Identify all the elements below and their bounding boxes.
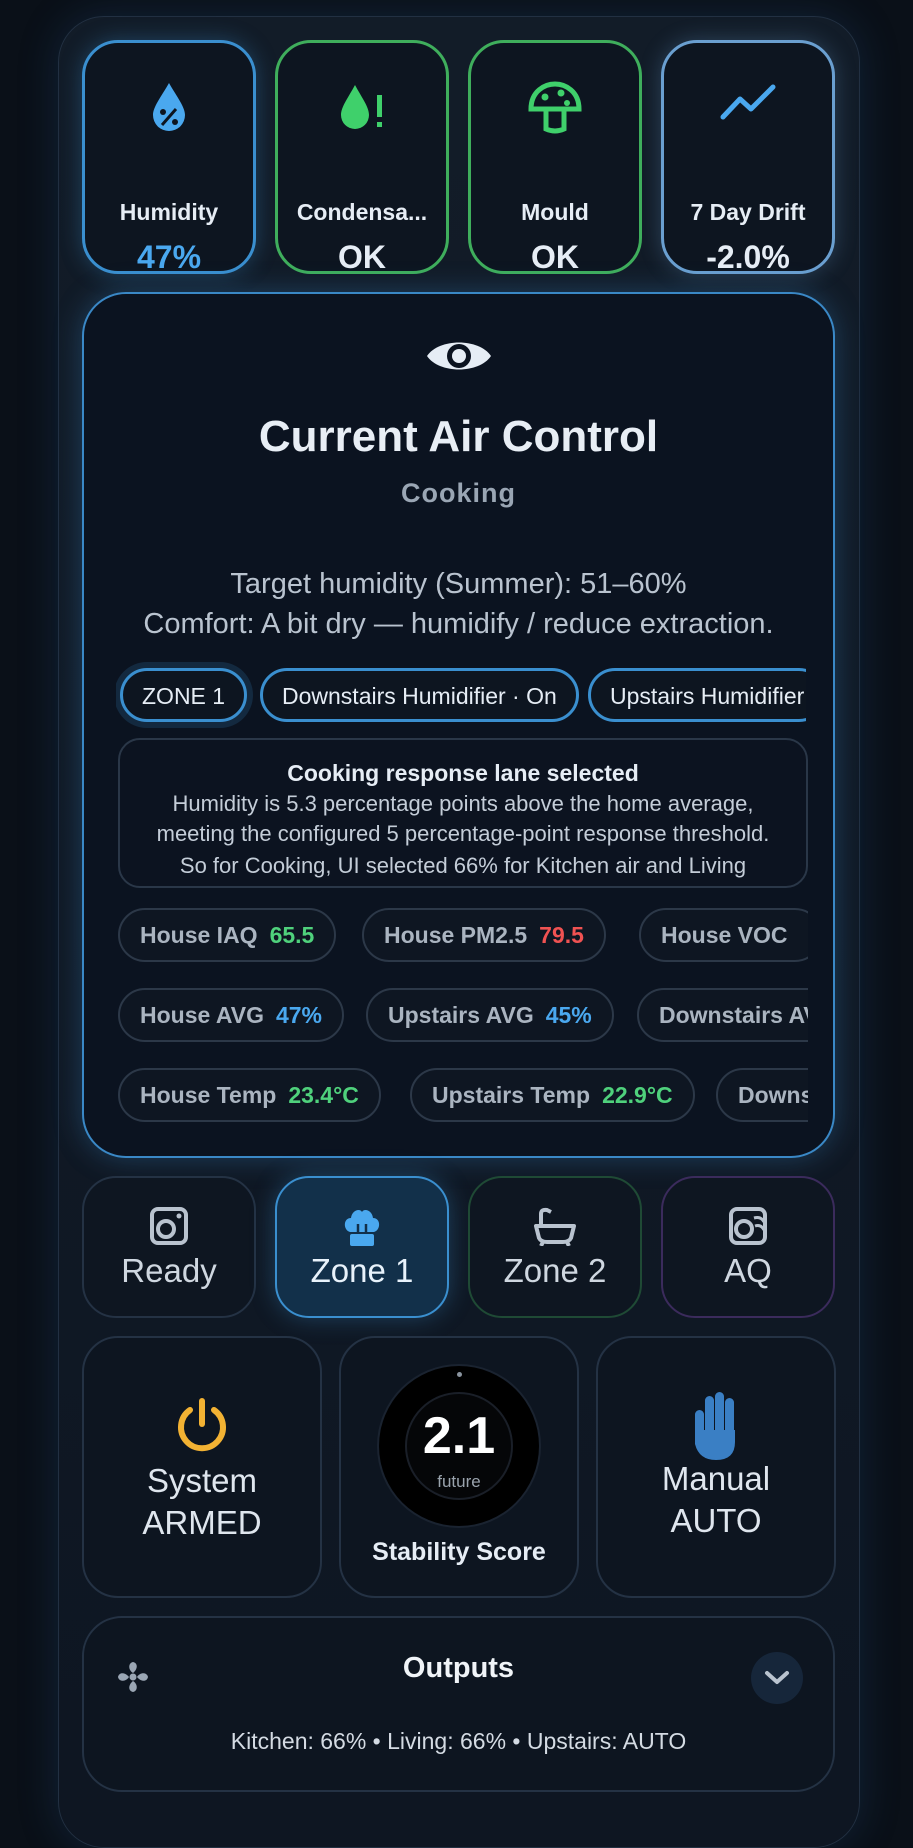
pill-value: 23.4°C — [288, 1082, 359, 1108]
condensation-tile[interactable]: Condensa... OK — [275, 40, 449, 275]
drift-label: 7 Day Drift — [690, 199, 806, 225]
stability-dial: 2.1 future — [379, 1366, 539, 1526]
pill-house-voc[interactable]: House VOC — [639, 908, 808, 962]
mode-button-aq[interactable]: AQ — [661, 1176, 835, 1318]
mushroom-icon — [471, 81, 639, 137]
pill-upstairs-temp[interactable]: Upstairs Temp 22.9°C — [410, 1068, 695, 1122]
trend-line-icon — [664, 81, 832, 137]
zone-chip-upstairs-humidifier[interactable]: Upstairs Humidifier — [588, 668, 806, 722]
zone-chip-zone1[interactable]: ZONE 1 — [120, 668, 248, 722]
lane-body-continued: So for Cooking, UI selected 66% for Kitc… — [179, 853, 747, 878]
dial-marker — [457, 1372, 462, 1377]
pill-house-temp[interactable]: House Temp 23.4°C — [118, 1068, 381, 1122]
pill-value: 65.5 — [269, 922, 315, 948]
mould-value: OK — [531, 239, 579, 275]
system-state: ARMED — [142, 1504, 262, 1541]
hand-icon — [598, 1390, 834, 1462]
mode-label: Ready — [121, 1252, 217, 1289]
pill-house-iaq[interactable]: House IAQ 65.5 — [118, 908, 337, 962]
stability-score-label: Stability Score — [372, 1538, 546, 1566]
air-control-card: Current Air Control Cooking Target humid… — [82, 292, 835, 1158]
pill-label: Upstairs Temp — [432, 1082, 591, 1108]
system-armed-button[interactable]: System ARMED — [82, 1336, 322, 1598]
humidity-tile[interactable]: Humidity 47% — [82, 40, 256, 275]
pill-label: House AVG — [140, 1002, 264, 1028]
water-alert-icon — [278, 81, 446, 137]
pill-house-avg[interactable]: House AVG 47% — [118, 988, 345, 1042]
target-humidity: Target humidity (Summer): 51–60% — [230, 568, 687, 600]
condensation-label: Condensa... — [296, 199, 428, 225]
power-icon — [84, 1398, 320, 1452]
pill-label: Downstairs Temp — [738, 1082, 808, 1108]
mode-button-zone2[interactable]: Zone 2 — [468, 1176, 642, 1318]
drift-value: -2.0% — [706, 239, 790, 275]
comfort-status: Comfort: A bit dry — humidify / reduce e… — [143, 608, 774, 640]
chef-hat-icon — [277, 1206, 447, 1248]
lane-body: Humidity is 5.3 percentage points above … — [156, 791, 770, 846]
pill-label: Downstairs AVG — [659, 1002, 808, 1028]
pill-value: 47% — [275, 1002, 323, 1028]
page-title: Current Air Control — [258, 412, 659, 461]
zone-chip-row: ZONE 1 Downstairs Humidifier · On Upstai… — [116, 662, 806, 728]
pill-upstairs-avg[interactable]: Upstairs AVG 45% — [366, 988, 614, 1042]
outputs-title: Outputs — [402, 1652, 515, 1684]
condensation-value: OK — [338, 239, 386, 275]
pill-downstairs-temp[interactable]: Downstairs Temp — [716, 1068, 808, 1122]
humidity-percent-icon — [85, 81, 253, 137]
mode-subtitle: Cooking — [401, 478, 516, 508]
washing-machine-icon — [84, 1206, 254, 1246]
zone-chip-downstairs-humidifier[interactable]: Downstairs Humidifier · On — [260, 668, 579, 722]
chevron-down-icon[interactable] — [751, 1652, 803, 1704]
eye-icon — [84, 334, 833, 378]
pill-value: 45% — [545, 1002, 592, 1028]
drift-tile[interactable]: 7 Day Drift -2.0% — [661, 40, 835, 275]
pill-label: Upstairs AVG — [388, 1002, 534, 1028]
stability-score-value: 2.1 — [422, 1407, 496, 1465]
outputs-card[interactable]: Outputs Kitchen: 66% • Living: 66% • Ups… — [82, 1616, 835, 1792]
system-label: System — [146, 1462, 258, 1499]
mode-button-zone1[interactable]: Zone 1 — [275, 1176, 449, 1318]
pill-label: House IAQ — [140, 922, 258, 948]
mould-label: Mould — [521, 199, 589, 225]
mould-tile[interactable]: Mould OK — [468, 40, 642, 275]
pill-row-humidity: House AVG 47% Upstairs AVG 45% Downstairs … — [118, 986, 808, 1046]
mode-button-ready[interactable]: Ready — [82, 1176, 256, 1318]
mode-label: AQ — [724, 1252, 772, 1289]
outputs-summary: Kitchen: 66% • Living: 66% • Upstairs: A… — [230, 1728, 687, 1754]
mode-label: Zone 2 — [503, 1252, 607, 1289]
pill-house-pm25[interactable]: House PM2.5 79.5 — [362, 908, 606, 962]
lane-title: Cooking response lane selected — [287, 760, 639, 786]
manual-label: Manual — [661, 1460, 771, 1497]
manual-state: AUTO — [670, 1502, 762, 1539]
bathtub-icon — [470, 1206, 640, 1246]
mode-label: Zone 1 — [310, 1252, 414, 1289]
pill-label: House VOC — [661, 922, 788, 948]
manual-auto-button[interactable]: Manual AUTO — [596, 1336, 836, 1598]
pill-value: 22.9°C — [602, 1082, 673, 1108]
humidity-label: Humidity — [119, 199, 219, 225]
pill-downstairs-avg[interactable]: Downstairs AVG — [637, 988, 808, 1042]
pill-label: House PM2.5 — [384, 922, 528, 948]
pill-value: 79.5 — [539, 922, 584, 948]
pill-label: House Temp — [140, 1082, 277, 1108]
response-lane-box: Cooking response lane selected Humidity … — [118, 738, 808, 888]
pill-row-air-quality: House IAQ 65.5 House PM2.5 79.5 House VOC — [118, 906, 808, 966]
stability-score-tile[interactable]: 2.1 future Stability Score — [339, 1336, 579, 1598]
humidity-value: 47% — [136, 239, 202, 275]
stability-score-sub: future — [437, 1472, 481, 1491]
air-quality-icon — [663, 1206, 833, 1246]
pill-row-temperature: House Temp 23.4°C Upstairs Temp 22.9°C Dow… — [118, 1066, 808, 1126]
